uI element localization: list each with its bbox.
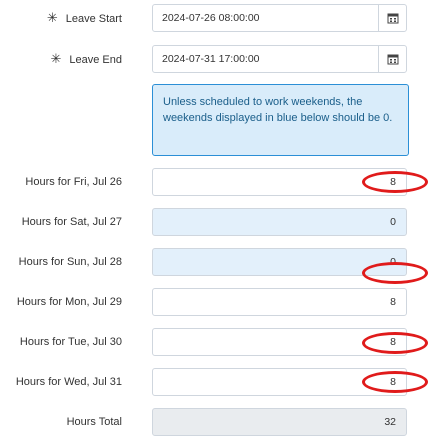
hours-label-mon: Hours for Mon, Jul 29 bbox=[16, 296, 122, 308]
hours-label-sun: Hours for Sun, Jul 28 bbox=[18, 256, 122, 268]
hours-total-label: Hours Total bbox=[66, 416, 122, 428]
leave-end-field[interactable]: 2024-07-31 17:00:00 bbox=[152, 45, 407, 73]
leave-start-value: 2024-07-26 08:00:00 bbox=[162, 12, 260, 24]
required-asterisk-icon: ✳ bbox=[46, 10, 58, 25]
hours-total-field: 32 bbox=[152, 408, 407, 436]
hours-label-sat: Hours for Sat, Jul 27 bbox=[21, 216, 122, 228]
hours-value-sat: 0 bbox=[390, 216, 396, 228]
highlight-oval-mon bbox=[362, 262, 428, 284]
hours-total-value: 32 bbox=[384, 416, 396, 428]
hours-label-wed: Hours for Wed, Jul 31 bbox=[15, 376, 122, 388]
leave-end-value: 2024-07-31 17:00:00 bbox=[162, 53, 260, 65]
hours-value-mon: 8 bbox=[390, 296, 396, 308]
hours-input-sat[interactable]: 0 bbox=[152, 208, 407, 236]
leave-start-label: ✳ Leave Start bbox=[47, 11, 122, 26]
leave-start-label-text: Leave Start bbox=[65, 13, 122, 25]
hours-label-tue: Hours for Tue, Jul 30 bbox=[19, 336, 122, 348]
calendar-icon[interactable] bbox=[378, 46, 406, 72]
leave-end-label: ✳ Leave End bbox=[50, 52, 122, 67]
calendar-icon[interactable] bbox=[378, 5, 406, 31]
highlight-oval-wed bbox=[362, 371, 428, 393]
required-asterisk-icon: ✳ bbox=[50, 51, 62, 66]
hours-input-mon[interactable]: 8 bbox=[152, 288, 407, 316]
highlight-oval-fri bbox=[362, 171, 428, 193]
leave-start-field[interactable]: 2024-07-26 08:00:00 bbox=[152, 4, 407, 32]
hours-label-fri: Hours for Fri, Jul 26 bbox=[25, 176, 122, 188]
leave-end-label-text: Leave End bbox=[69, 54, 122, 66]
highlight-oval-tue bbox=[362, 332, 428, 354]
weekend-info-note: Unless scheduled to work weekends, the w… bbox=[152, 84, 409, 156]
